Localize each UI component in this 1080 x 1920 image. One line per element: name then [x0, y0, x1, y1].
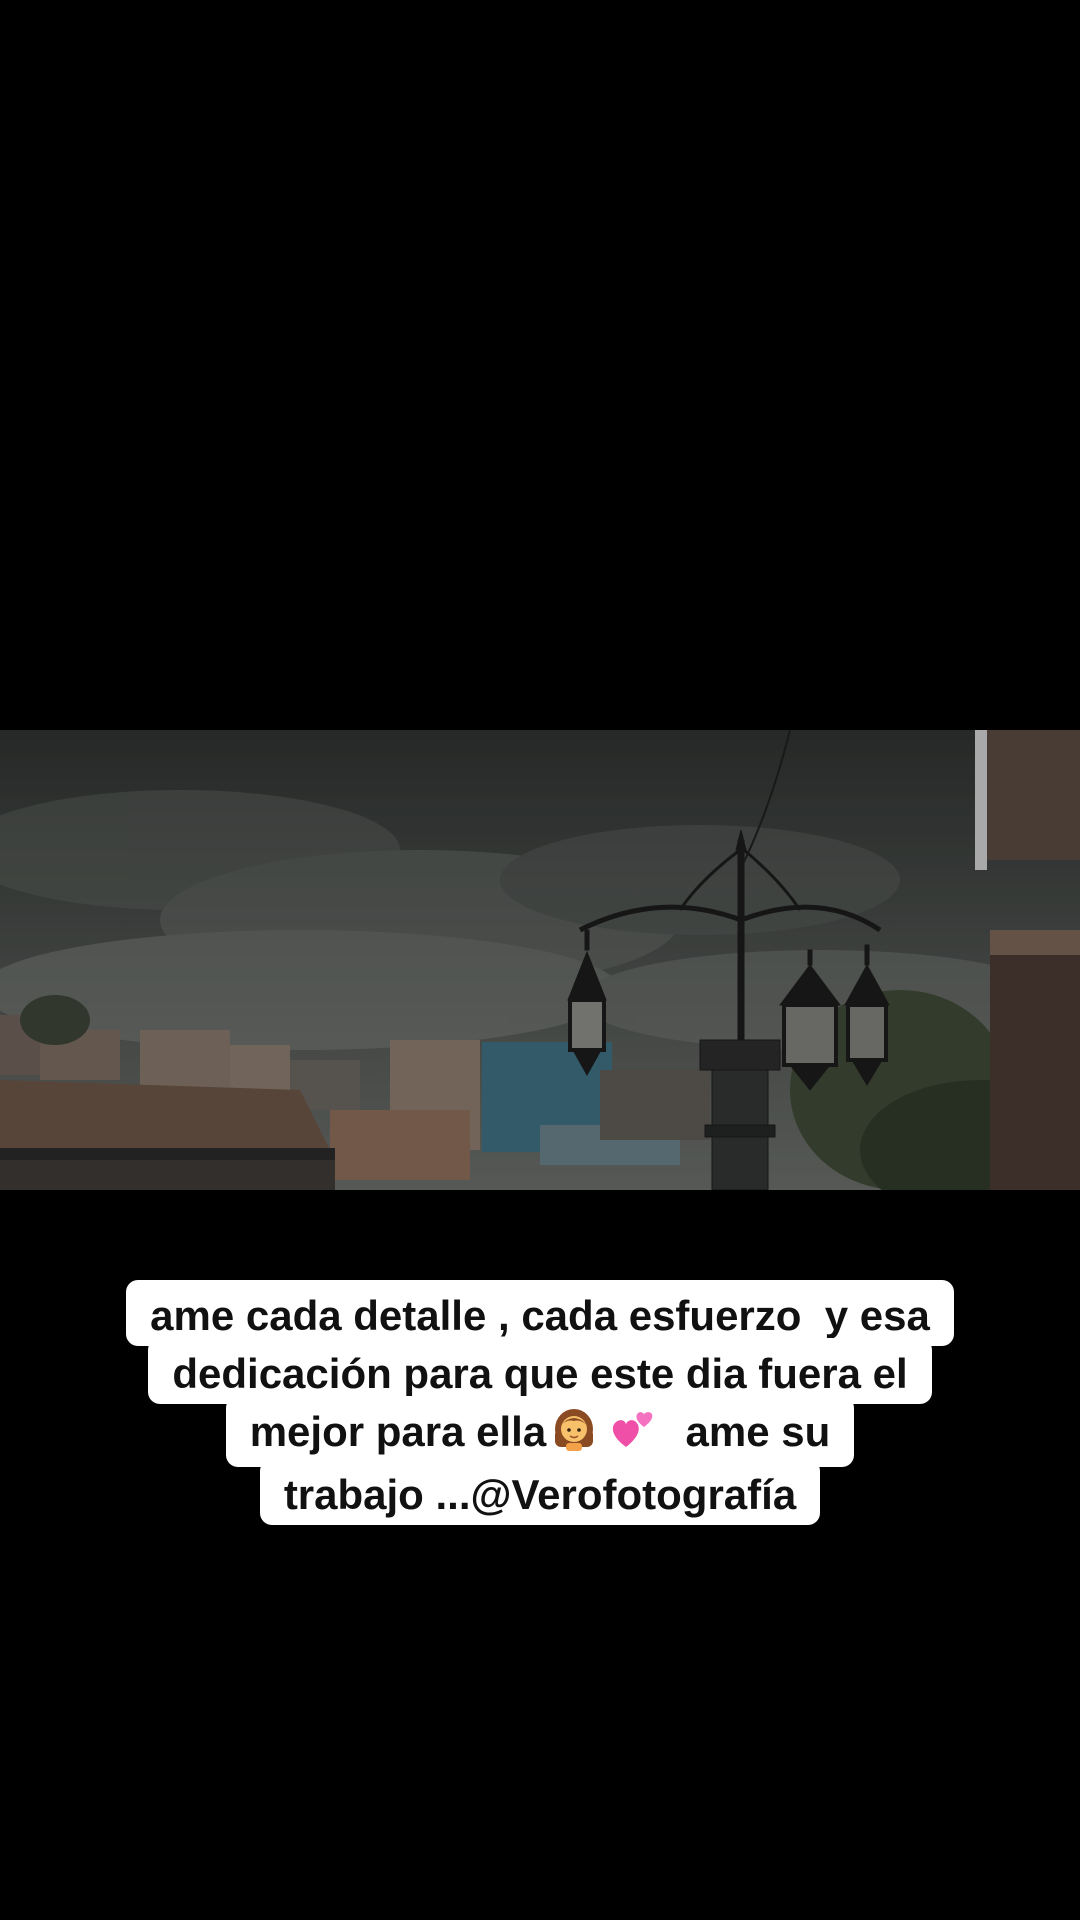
dim-overlay — [0, 730, 1080, 1190]
two-hearts-emoji — [608, 1407, 656, 1462]
caption-line-1: ame cada detalle , cada esfuerzo y esa — [126, 1280, 954, 1346]
video-scene — [0, 730, 1080, 1190]
caption-line-2: dedicación para que este dia fuera el — [148, 1338, 932, 1404]
caption: ame cada detalle , cada esfuerzo y esa d… — [0, 1280, 1080, 1526]
girl-emoji — [552, 1407, 596, 1462]
caption-line-3: mejor para ella ame su — [225, 1396, 855, 1468]
caption-line-4: trabajo ...@Verofotografía — [259, 1459, 821, 1526]
caption-line-3-start: mejor para ella — [249, 1408, 547, 1455]
caption-line-3-end: ame su — [662, 1408, 831, 1455]
video-frame[interactable] — [0, 730, 1080, 1190]
screen: ame cada detalle , cada esfuerzo y esa d… — [0, 0, 1080, 1920]
